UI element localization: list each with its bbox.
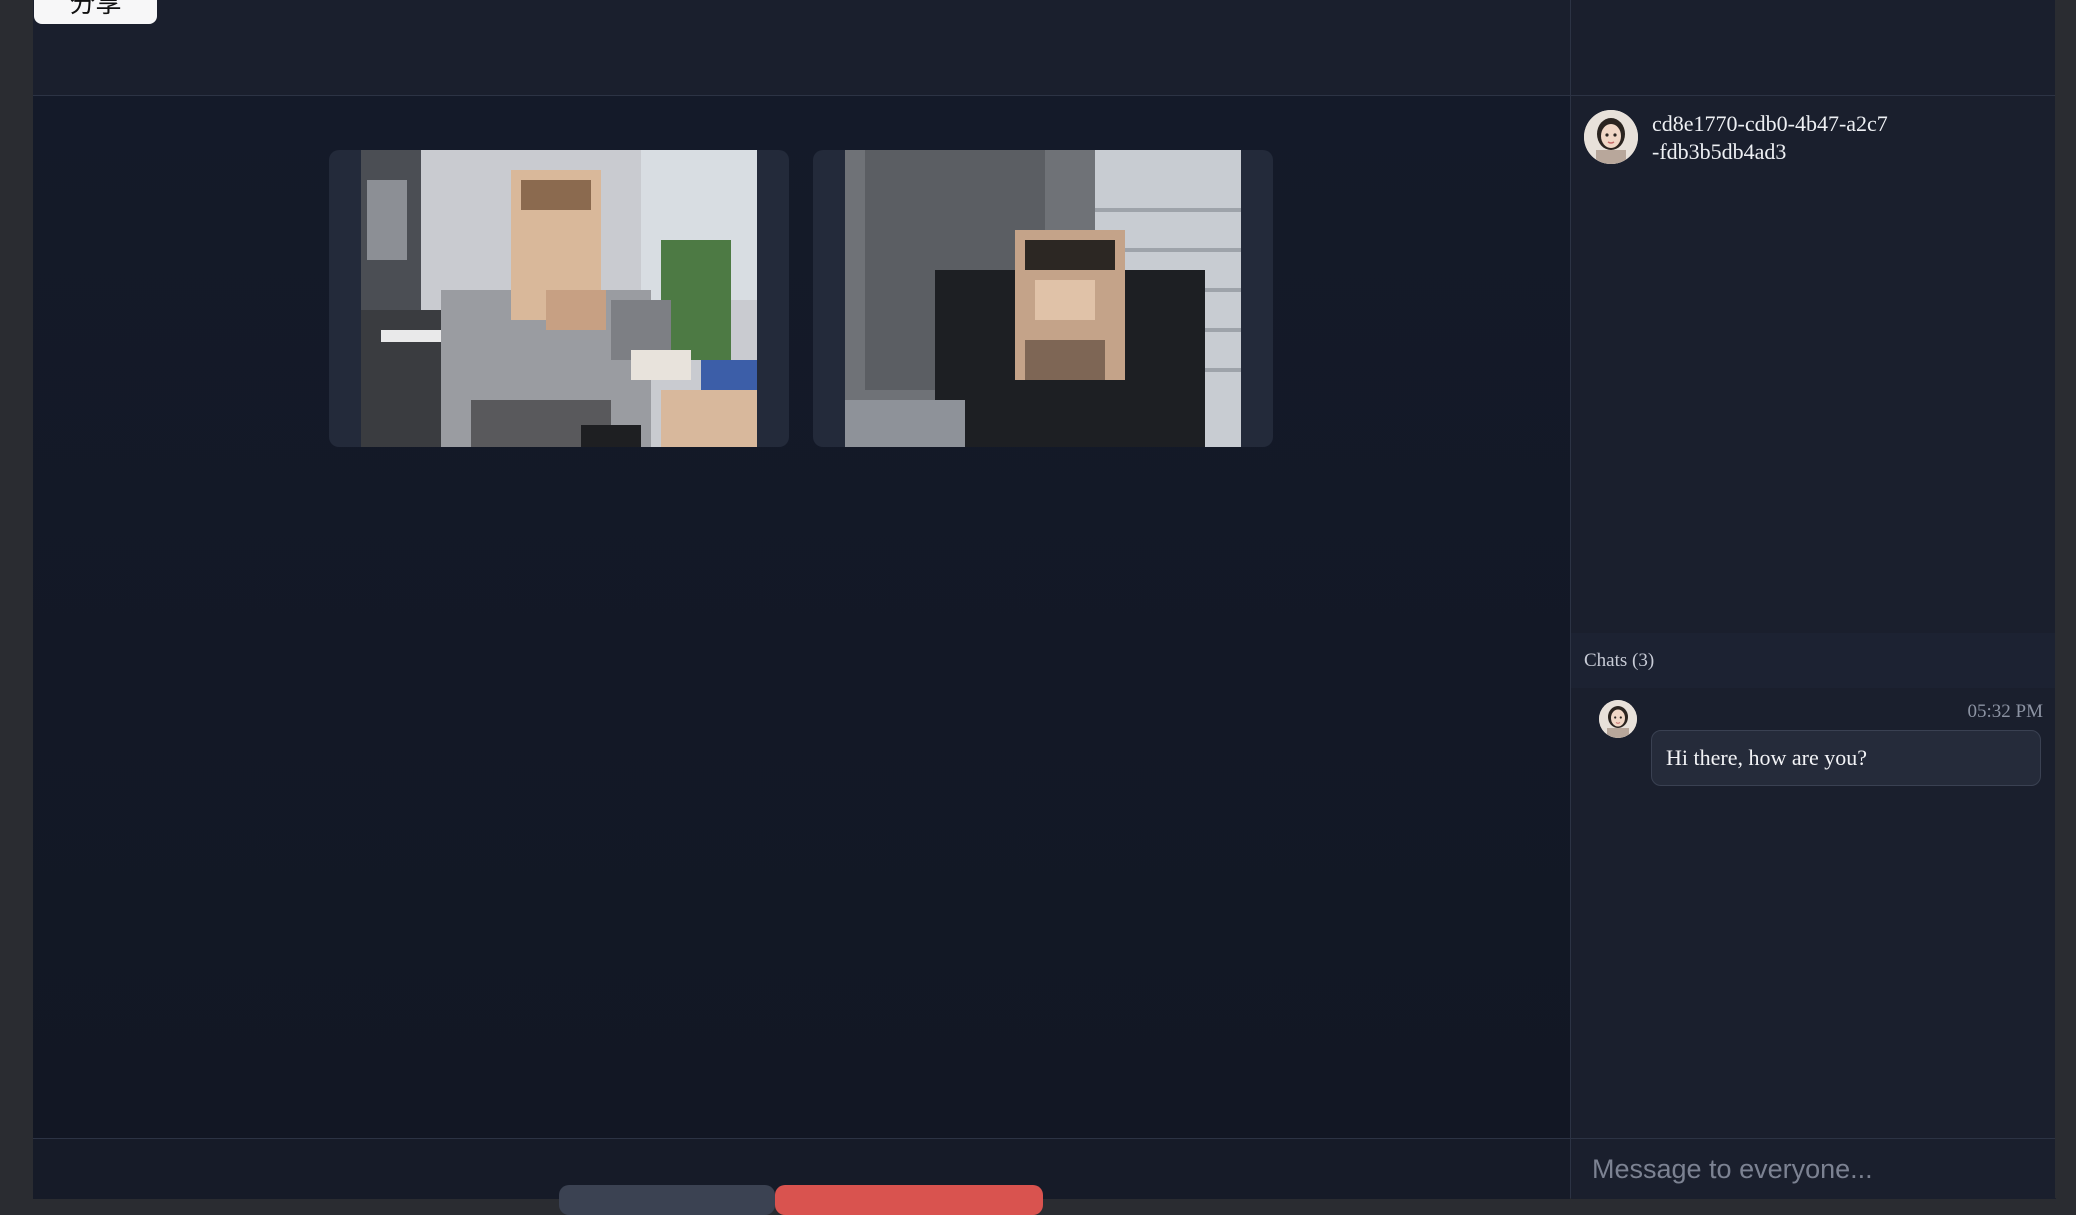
message-timestamp: 05:32 PM (1967, 701, 2044, 722)
participant-item[interactable]: cd8e1770-cdb0-4b47-a2c7-fdb3b5db4ad3 (1584, 110, 1892, 166)
message-bubble: Hi there, how are you? (1651, 730, 2041, 786)
window-edge (2055, 0, 2076, 1198)
meeting-app: 分享 cd8e1770-cdb0-4b47-a2c7-fdb3b5db4ad3 … (33, 0, 2056, 1215)
chat-message: 05:32 PM Hi there, how are you? (1571, 688, 2056, 808)
message-input[interactable] (1571, 1139, 2056, 1199)
leave-call-button[interactable] (775, 1185, 1043, 1215)
chat-list: 05:32 PM Hi there, how are you? (1571, 688, 2056, 1138)
participant-id: cd8e1770-cdb0-4b47-a2c7-fdb3b5db4ad3 (1652, 111, 1888, 164)
top-toolbar: 分享 (33, 0, 1570, 96)
video-tile[interactable] (329, 150, 789, 447)
avatar-icon (1599, 700, 1637, 738)
control-button[interactable] (559, 1185, 775, 1215)
share-button[interactable]: 分享 (34, 0, 157, 24)
avatar-icon (1584, 110, 1638, 164)
call-controls-bar (33, 1138, 1570, 1215)
participant-video (361, 150, 757, 447)
side-panel: cd8e1770-cdb0-4b47-a2c7-fdb3b5db4ad3 Cha… (1570, 0, 2056, 1199)
video-tile[interactable] (813, 150, 1273, 447)
panel-header (1571, 0, 2056, 96)
video-stage (33, 96, 1570, 1138)
chats-header: Chats (3) (1571, 633, 2056, 688)
participant-video (845, 150, 1241, 447)
message-composer (1571, 1138, 2056, 1199)
main-area: 分享 (33, 0, 1570, 1215)
